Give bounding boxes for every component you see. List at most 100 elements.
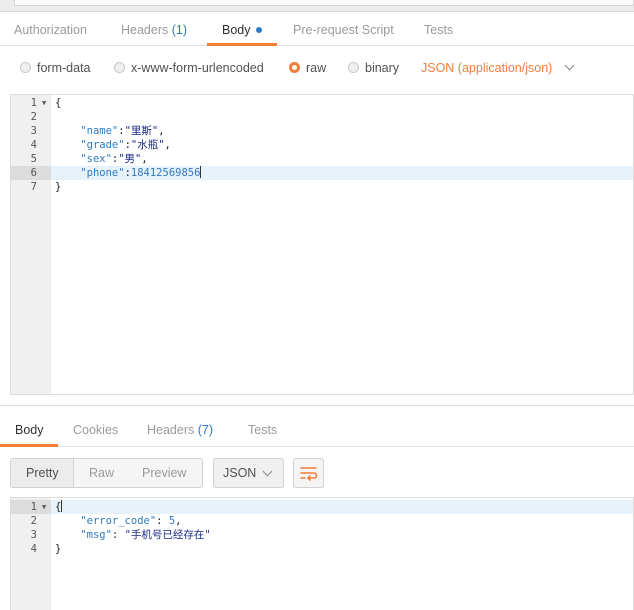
json-value: "里斯" [124, 125, 159, 137]
request-tabs: Authorization Headers (1) Body Pre-reque… [0, 12, 634, 46]
code-text: "sex":"男", [80, 153, 148, 165]
editor-line: 2 [11, 110, 633, 124]
tab-headers[interactable]: Headers (1) [121, 23, 187, 37]
code-text: { [55, 97, 62, 109]
text-cursor [200, 166, 202, 178]
radio-circle-icon [20, 62, 31, 73]
headers-count: (1) [171, 23, 188, 37]
tab-body[interactable]: Body [222, 23, 262, 37]
active-tab-underline [207, 43, 277, 46]
line-number: 6 [11, 166, 51, 180]
json-value: "手机号已经存在" [124, 529, 211, 541]
json-key: "msg" [80, 529, 112, 541]
tab-label: Cookies [73, 423, 119, 437]
text-cursor [61, 500, 63, 512]
format-label: JSON [223, 466, 257, 480]
content-type-label: JSON (application/json) [421, 61, 553, 75]
format-select[interactable]: JSON [213, 458, 284, 488]
tab-pre-request-script[interactable]: Pre-request Script [293, 23, 394, 37]
radio-label: x-www-form-urlencoded [131, 61, 264, 75]
tab-label: Authorization [14, 23, 87, 37]
editor-line: 3 "msg": "手机号已经存在" [11, 528, 633, 542]
wrap-lines-button[interactable] [293, 458, 324, 488]
tab-label: Headers [121, 23, 169, 37]
modified-dot-icon [255, 27, 262, 33]
response-body-viewer[interactable]: 1 ▼ { 2 "error_code": 5, 3 "msg": "手机号已经存… [10, 497, 634, 610]
line-number: 2 [30, 111, 37, 123]
code-text: } [55, 181, 62, 193]
code-text: { [55, 500, 63, 514]
radio-binary[interactable]: binary [348, 61, 399, 75]
response-tabs: Body Cookies Headers (7) Tests [0, 406, 634, 447]
line-number: 7 [30, 181, 37, 193]
radio-urlencoded[interactable]: x-www-form-urlencoded [114, 61, 264, 75]
editor-line-active: 1 ▼ { [11, 500, 633, 514]
tab-label: Pre-request Script [293, 23, 394, 37]
editor-line: 3 "name":"里斯", [11, 124, 633, 138]
view-preview-button[interactable]: Preview [142, 466, 186, 480]
active-tab-underline [0, 444, 58, 447]
editor-line: 4 } [11, 542, 633, 556]
tab-cookies[interactable]: Cookies [73, 423, 118, 437]
editor-line: 2 "error_code": 5, [11, 514, 633, 528]
radio-raw[interactable]: raw [289, 61, 326, 75]
line-number: 5 [30, 153, 37, 165]
editor-line: 5 "sex":"男", [11, 152, 633, 166]
json-value: 18412569856 [130, 167, 201, 179]
code-text: "grade":"水瓶", [80, 139, 171, 151]
radio-label: form-data [37, 61, 91, 75]
headers-count: (7) [197, 423, 214, 437]
code-text: "msg": "手机号已经存在" [80, 529, 211, 541]
code-text: "phone":18412569856 [80, 166, 202, 179]
line-number: 4 [30, 543, 37, 555]
tab-tests[interactable]: Tests [424, 23, 453, 37]
fold-arrow-icon[interactable]: ▼ [42, 500, 46, 514]
radio-circle-icon [348, 62, 359, 73]
fold-arrow-icon[interactable]: ▼ [42, 96, 46, 110]
editor-line-active: 6 "phone":18412569856 [11, 166, 633, 180]
tab-label: Body [15, 423, 44, 437]
json-punct: , [175, 515, 182, 527]
tab-response-body[interactable]: Body [15, 423, 44, 437]
chevron-down-icon [262, 466, 273, 477]
json-key: "name" [80, 125, 119, 137]
json-value: "男" [118, 153, 142, 165]
code-text: "name":"里斯", [80, 125, 165, 137]
json-key: "grade" [80, 139, 125, 151]
radio-selected-icon [289, 62, 300, 73]
view-pretty-button[interactable]: Pretty [26, 466, 59, 480]
tab-label: Tests [248, 423, 278, 437]
request-body-editor[interactable]: 1 ▼ { 2 3 "name":"里斯", 4 "grade":"水瓶", 5 … [10, 94, 634, 395]
editor-line: 7 } [11, 180, 633, 194]
json-punct: , [141, 153, 148, 165]
content-type-select[interactable]: JSON (application/json) [421, 60, 575, 75]
radio-form-data[interactable]: form-data [20, 61, 91, 75]
tab-response-tests[interactable]: Tests [248, 423, 277, 437]
tab-label: Headers [147, 423, 195, 437]
top-strip [0, 0, 634, 12]
view-raw-button[interactable]: Raw [89, 466, 114, 480]
view-mode-group: Pretty Raw Preview [10, 458, 203, 488]
json-key: "error_code" [80, 515, 157, 527]
wrap-lines-icon [300, 467, 318, 481]
response-toolbar: Pretty Raw Preview JSON [0, 448, 634, 496]
code-text: } [55, 543, 62, 555]
line-number: 3 [30, 125, 37, 137]
tab-response-headers[interactable]: Headers (7) [147, 423, 213, 437]
json-key: "phone" [80, 167, 125, 179]
body-mode-row: form-data x-www-form-urlencoded raw bina… [0, 47, 634, 91]
line-number: 4 [30, 139, 37, 151]
json-punct: , [158, 125, 165, 137]
code-text: "error_code": 5, [80, 515, 182, 527]
line-number: 2 [30, 515, 37, 527]
json-value: "水瓶" [130, 139, 165, 151]
line-number: 3 [30, 529, 37, 541]
tab-label: Body [222, 23, 251, 37]
editor-line: 4 "grade":"水瓶", [11, 138, 633, 152]
tab-authorization[interactable]: Authorization [14, 23, 87, 37]
editor-line: 1 ▼ { [11, 96, 633, 110]
json-punct: , [164, 139, 171, 151]
tab-label: Tests [424, 23, 454, 37]
json-key: "sex" [80, 153, 112, 165]
radio-label: raw [306, 61, 327, 75]
